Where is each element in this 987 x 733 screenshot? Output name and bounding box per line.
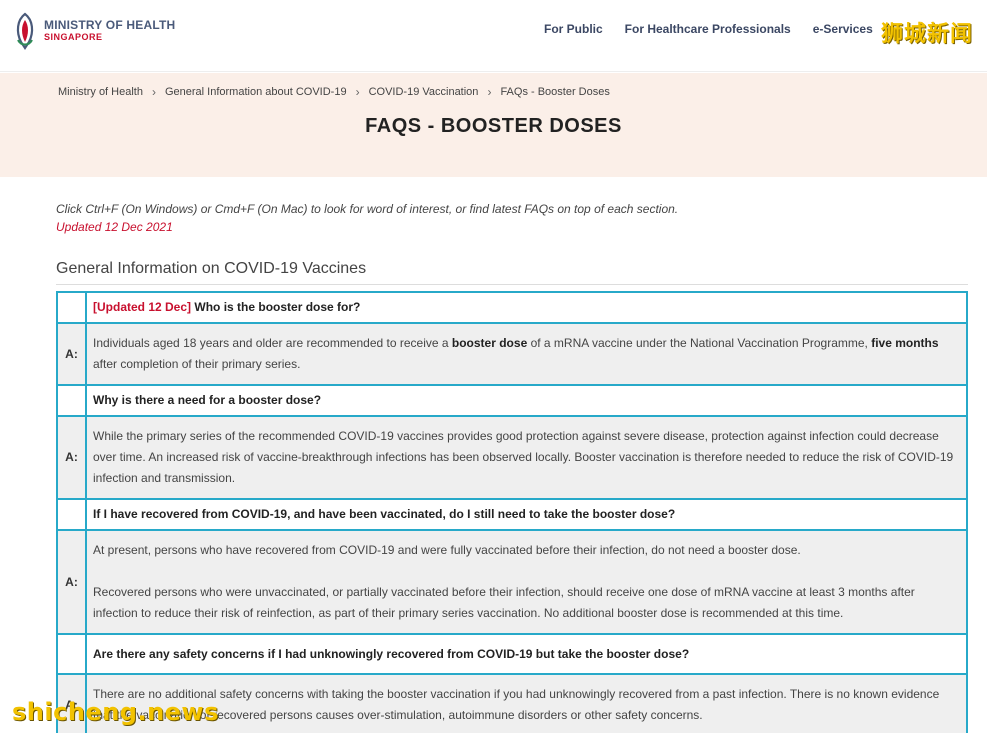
faq-question-row: If I have recovered from COVID-19, and h… — [56, 498, 968, 531]
question-marker — [56, 633, 87, 675]
breadcrumb-general-information[interactable]: General Information about COVID-19 — [165, 86, 347, 98]
chevron-right-icon: › — [355, 85, 360, 99]
nav-for-public[interactable]: For Public — [544, 22, 603, 36]
answer-marker: A: — [56, 529, 87, 635]
faq-question-row: [Updated 12 Dec] Who is the booster dose… — [56, 291, 968, 324]
question-marker — [56, 498, 87, 531]
logo-subtitle: SINGAPORE — [44, 31, 103, 42]
nav-for-healthcare-professionals[interactable]: For Healthcare Professionals — [625, 22, 791, 36]
main-nav: For Public For Healthcare Professionals … — [544, 22, 895, 36]
chevron-right-icon: › — [487, 85, 492, 99]
page-banner: Ministry of Health › General Information… — [0, 73, 987, 177]
faq-table: [Updated 12 Dec] Who is the booster dose… — [56, 291, 968, 733]
faq-answer-row: A: While the primary series of the recom… — [56, 415, 968, 500]
answer-marker: A: — [56, 322, 87, 386]
breadcrumb-current-page: FAQs - Booster Doses — [500, 86, 610, 98]
nav-e-services[interactable]: e-Services — [813, 22, 873, 36]
faq-question: If I have recovered from COVID-19, and h… — [85, 498, 968, 531]
breadcrumb-covid-vaccination[interactable]: COVID-19 Vaccination — [369, 86, 479, 98]
faq-question-row: Why is there a need for a booster dose? — [56, 384, 968, 417]
faq-question: [Updated 12 Dec] Who is the booster dose… — [85, 291, 968, 324]
site-header: MINISTRY OF HEALTH SINGAPORE For Public … — [0, 0, 987, 72]
faq-answer: While the primary series of the recommen… — [85, 415, 968, 500]
logo-title: MINISTRY OF HEALTH — [44, 18, 176, 33]
watermark-bottom: shicheng.news — [12, 698, 219, 726]
faq-question-row: Are there any safety concerns if I had u… — [56, 633, 968, 675]
faq-question: Why is there a need for a booster dose? — [85, 384, 968, 417]
watermark-top: 狮城新闻 — [880, 22, 973, 47]
faq-answer-row: A: Individuals aged 18 years and older a… — [56, 322, 968, 386]
breadcrumb-ministry-of-health[interactable]: Ministry of Health — [58, 86, 143, 98]
updated-date: Updated 12 Dec 2021 — [56, 220, 173, 234]
faq-answer: Individuals aged 18 years and older are … — [85, 322, 968, 386]
faq-answer: At present, persons who have recovered f… — [85, 529, 968, 635]
faq-question: Are there any safety concerns if I had u… — [85, 633, 968, 675]
answer-marker: A: — [56, 415, 87, 500]
breadcrumb: Ministry of Health › General Information… — [58, 85, 610, 99]
chevron-right-icon: › — [151, 85, 156, 99]
section-title: General Information on COVID-19 Vaccines — [56, 260, 367, 277]
question-marker — [56, 384, 87, 417]
moh-logo[interactable]: MINISTRY OF HEALTH SINGAPORE — [12, 10, 175, 52]
moh-emblem-icon — [12, 10, 38, 52]
faq-answer-row: A: At present, persons who have recovere… — [56, 529, 968, 635]
question-marker — [56, 291, 87, 324]
search-hint: Click Ctrl+F (On Windows) or Cmd+F (On M… — [56, 202, 679, 216]
section-divider — [56, 284, 968, 285]
updated-tag: [Updated 12 Dec] — [93, 300, 192, 314]
question-text: Who is the booster dose for? — [194, 300, 361, 314]
page-title: FAQS - BOOSTER DOSES — [365, 115, 622, 137]
